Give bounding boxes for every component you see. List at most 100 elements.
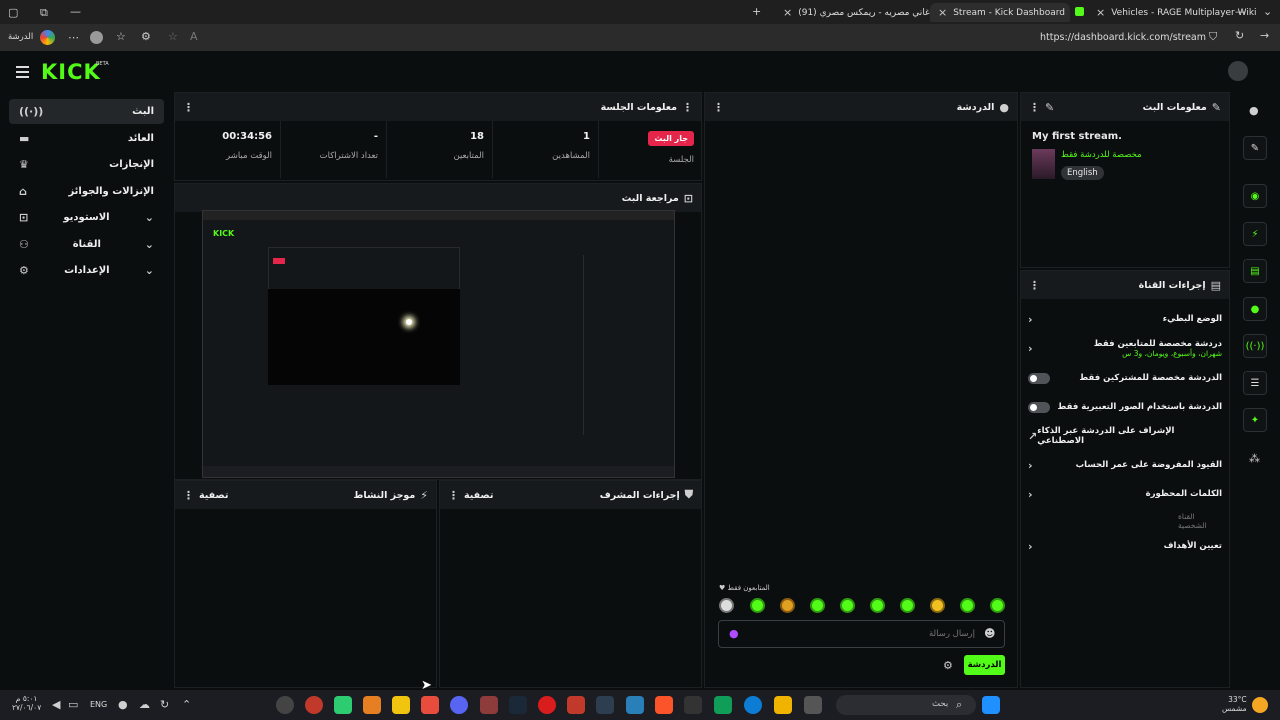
kick-logo[interactable]: KICK (41, 60, 101, 84)
sidebar-item-stream[interactable]: ((·)) البث (9, 99, 164, 124)
task-view-icon[interactable] (804, 696, 822, 714)
action-emotes-only[interactable]: الدردشة باستخدام الصور التعبيرية فقط (1022, 394, 1228, 420)
document-button[interactable]: ▤ (1243, 259, 1267, 283)
user-avatar[interactable] (1228, 61, 1248, 81)
tab-kick-dashboard[interactable]: × Stream - Kick Dashboard (930, 3, 1070, 22)
emote-icon[interactable] (840, 598, 855, 613)
sidebar-item-revenue[interactable]: ▬ العائد (9, 126, 164, 151)
more-vertical-icon[interactable]: ⋮ (183, 489, 194, 502)
edge-icon[interactable] (744, 696, 762, 714)
read-aloud-icon[interactable]: A (190, 30, 198, 43)
emoji-icon[interactable]: ☻ (984, 627, 995, 640)
epic-games-icon[interactable] (684, 696, 702, 714)
discord-icon[interactable] (450, 696, 468, 714)
cloud-icon[interactable]: ☁ (139, 698, 150, 711)
sidebar-item-settings[interactable]: ⚙ الإعدادات ⌄ (9, 258, 164, 283)
microphone-icon[interactable]: ● (118, 698, 128, 711)
close-icon[interactable]: × (938, 6, 947, 19)
chat-settings-icon[interactable]: ⚙ (943, 659, 953, 672)
app-icon[interactable] (714, 696, 732, 714)
microphone-icon[interactable]: ● (729, 627, 739, 640)
bolt-button[interactable]: ⚡ (1243, 222, 1267, 246)
app-icon[interactable] (596, 696, 614, 714)
minimize-icon[interactable]: — (1235, 5, 1246, 18)
share-icon[interactable]: ⁂ (1249, 452, 1260, 465)
opera-icon[interactable] (538, 696, 556, 714)
emote-icon[interactable] (719, 598, 734, 613)
more-vertical-icon[interactable]: ⋮ (713, 101, 724, 114)
sidebar-item-channel[interactable]: ⚇ القناة ⌄ (9, 232, 164, 257)
add-favorite-icon[interactable]: ☆ (168, 30, 178, 43)
sidebar-item-drops[interactable]: ⌂ الإنزالات والجوائز (9, 179, 164, 204)
list-button[interactable]: ☰ (1243, 371, 1267, 395)
action-followers-only[interactable]: › دردشة مخصصة للمتابعين فقط شهران، وأسبو… (1022, 335, 1228, 361)
app-icon[interactable] (626, 696, 644, 714)
app-icon[interactable] (363, 696, 381, 714)
windows-start-icon[interactable] (982, 696, 1000, 714)
tab-menu-icon[interactable]: ⌄ (1263, 5, 1272, 18)
more-vertical-icon[interactable]: ⋮ (183, 101, 194, 114)
app-icon[interactable] (567, 696, 585, 714)
action-subscribers-only[interactable]: الدردشة مخصصة للمشتركين فقط (1022, 365, 1228, 391)
broadcast-button[interactable]: ((·)) (1243, 334, 1267, 358)
info-icon[interactable]: ● (1249, 104, 1259, 117)
action-set-goals[interactable]: › تعيين الأهداف (1022, 533, 1228, 559)
weather-widget[interactable]: 33°C مشمس (1222, 695, 1247, 713)
action-account-age[interactable]: › القيود المفروضة على عمر الحساب (1022, 452, 1228, 478)
emote-icon[interactable] (810, 598, 825, 613)
extensions-icon[interactable]: ⚙ (141, 30, 151, 43)
monitor-icon[interactable]: ▭ (68, 698, 78, 711)
copilot-icon[interactable] (40, 30, 55, 45)
more-vertical-icon[interactable]: ⋮ (1029, 101, 1040, 114)
more-vertical-icon[interactable]: ⋮ (448, 489, 459, 502)
more-icon[interactable]: ⋯ (68, 31, 79, 44)
forward-icon[interactable]: → (1260, 29, 1269, 42)
emote-icon[interactable] (870, 598, 885, 613)
language-indicator[interactable]: ENG (90, 700, 107, 709)
camera-button[interactable]: ◉ (1243, 184, 1267, 208)
edit-icon[interactable]: ✎ (1045, 101, 1054, 114)
chat-button[interactable]: ● (1243, 297, 1267, 321)
brave-icon[interactable] (655, 696, 673, 714)
lock-icon[interactable]: ⛉ (1209, 30, 1217, 44)
emote-icon[interactable] (750, 598, 765, 613)
app-icon[interactable] (334, 696, 352, 714)
profile-label[interactable]: الدرشة (8, 32, 33, 42)
sidebar-item-studio[interactable]: ⊡ الاستوديو ⌄ (9, 205, 164, 230)
window-icon[interactable]: ▢ (8, 6, 18, 19)
steam-icon[interactable] (509, 696, 527, 714)
subscribers-only-toggle[interactable] (1028, 372, 1050, 384)
filter-button[interactable]: تصفية (464, 490, 493, 501)
minus-icon[interactable]: — (70, 5, 81, 18)
refresh-icon[interactable]: ↻ (1235, 29, 1244, 42)
chevron-up-icon[interactable]: ⌃ (182, 698, 191, 711)
filter-button[interactable]: تصفية (199, 490, 228, 501)
tab-actions-icon[interactable]: ⧉ (40, 6, 48, 20)
speaker-icon[interactable]: ◀ (52, 698, 60, 711)
close-icon[interactable]: × (1096, 6, 1105, 19)
emote-icon[interactable] (930, 598, 945, 613)
url-field[interactable]: https://dashboard.kick.com/stream (1040, 28, 1225, 47)
app-icon[interactable] (480, 696, 498, 714)
chat-input[interactable]: ● إرسال رسالة ☻ (718, 620, 1005, 648)
app-icon[interactable] (305, 696, 323, 714)
stream-preview-video[interactable]: KICK (202, 210, 675, 478)
sidebar-item-achievements[interactable]: ♛ الإنجازات (9, 152, 164, 177)
tab-rage-wiki[interactable]: × Vehicles - RAGE Multiplayer Wiki (1088, 3, 1257, 22)
tab-music[interactable]: × (91) اغاني مصريه - ريمكس مصري (775, 3, 932, 22)
emote-icon[interactable] (900, 598, 915, 613)
emote-icon[interactable] (780, 598, 795, 613)
more-vertical-icon[interactable]: ⋮ (1029, 279, 1040, 292)
favorites-icon[interactable]: ☆ (116, 30, 126, 43)
category-link[interactable]: مخصصة للدردشة فقط (1061, 150, 1142, 160)
app-icon[interactable] (421, 696, 439, 714)
rockstar-icon[interactable] (392, 696, 410, 714)
new-tab-icon[interactable]: + (752, 5, 761, 18)
menu-icon[interactable] (16, 66, 29, 78)
emote-icon[interactable] (960, 598, 975, 613)
edit-stream-button[interactable]: ✎ (1243, 136, 1267, 160)
action-slow-mode[interactable]: › الوضع البطيء (1022, 306, 1228, 332)
taskbar-search[interactable]: بحث ⌕ (836, 695, 976, 715)
action-ai-moderation[interactable]: ↗ الإشراف على الدردشة عبر الذكاء الاصطنا… (1022, 423, 1228, 449)
sync-icon[interactable]: ↻ (160, 698, 169, 711)
